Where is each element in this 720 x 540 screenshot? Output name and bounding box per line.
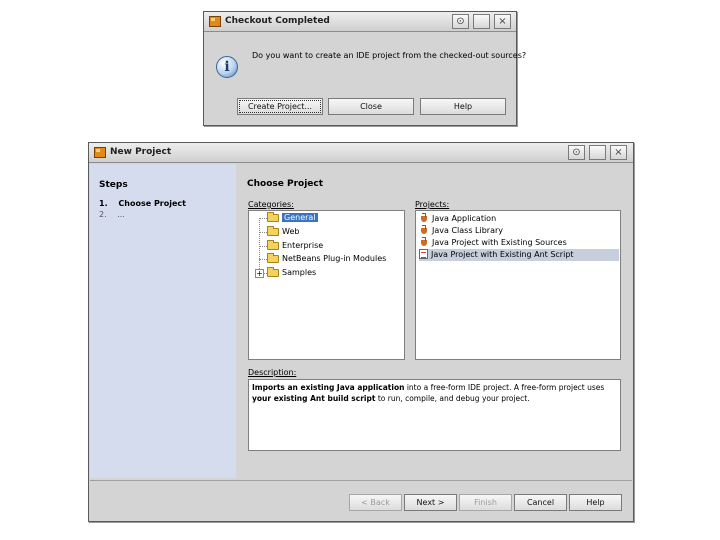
description-bold: your existing Ant build script — [252, 394, 376, 403]
description-bold: Imports an existing Java application — [252, 383, 405, 392]
java-cup-icon — [419, 213, 429, 223]
cancel-button[interactable]: Cancel — [514, 494, 567, 511]
project-item-selected[interactable]: Java Project with Existing Ant Script — [419, 249, 619, 261]
checkout-completed-dialog: Checkout Completed ⊙ × i Do you want to … — [203, 11, 526, 126]
folder-icon — [267, 211, 279, 222]
help-button[interactable]: Help — [420, 98, 506, 115]
pin-icon[interactable]: ⊙ — [452, 14, 469, 29]
step-number: 1. — [99, 199, 108, 208]
maximize-button[interactable] — [589, 145, 606, 160]
category-item-general[interactable]: General — [267, 211, 318, 225]
description-box: Imports an existing Java application int… — [248, 379, 621, 451]
new-project-title: New Project — [110, 147, 172, 157]
finish-button[interactable]: Finish — [459, 494, 512, 511]
create-project-button[interactable]: Create Project... — [237, 98, 323, 115]
new-project-dialog: New Project ⊙ × Steps 1. Choose Project … — [88, 142, 634, 522]
tree-line — [259, 246, 267, 247]
steps-panel: Steps 1. Choose Project 2. ... — [90, 164, 236, 478]
description-line: Imports an existing Java application int… — [252, 382, 617, 393]
project-label: Java Application — [432, 213, 497, 223]
panel-heading: Choose Project — [247, 179, 324, 189]
checkout-message: Do you want to create an IDE project fro… — [252, 51, 527, 60]
description-text: to run, compile, and debug your project. — [375, 394, 530, 403]
description-line: your existing Ant build script to run, c… — [252, 393, 617, 404]
checkout-titlebar[interactable]: Checkout Completed ⊙ × — [204, 12, 516, 32]
help-button[interactable]: Help — [569, 494, 622, 511]
java-cup-icon — [419, 225, 429, 235]
step-number: 2. — [99, 210, 107, 219]
expand-icon[interactable]: + — [255, 269, 264, 278]
new-project-titlebar[interactable]: New Project ⊙ × — [89, 143, 633, 163]
category-label: Samples — [282, 268, 317, 277]
close-button[interactable]: × — [494, 14, 511, 29]
tree-line — [259, 232, 267, 233]
projects-label: Projects: — [415, 200, 450, 209]
checkout-dialog-title: Checkout Completed — [225, 16, 330, 26]
category-label: Web — [282, 227, 300, 236]
ant-script-icon — [419, 249, 428, 259]
categories-tree[interactable]: General Web Enterprise NetBeans Plug-in … — [248, 210, 405, 360]
folder-icon — [267, 252, 279, 263]
tree-line — [259, 218, 267, 219]
next-button[interactable]: Next > — [404, 494, 457, 511]
project-label: Java Class Library — [432, 225, 504, 235]
info-icon: i — [216, 56, 238, 78]
projects-list[interactable]: Java Application Java Class Library Java… — [415, 210, 621, 360]
category-item-web[interactable]: Web — [267, 225, 300, 239]
java-cup-icon — [419, 237, 429, 247]
project-item[interactable]: Java Class Library — [419, 225, 619, 237]
category-label: General — [282, 213, 318, 222]
maximize-button[interactable] — [473, 14, 490, 29]
category-item-netbeans-plugin-modules[interactable]: NetBeans Plug-in Modules — [267, 252, 387, 266]
step-item: 2. ... — [99, 210, 125, 219]
close-button[interactable]: × — [610, 145, 627, 160]
category-label: NetBeans Plug-in Modules — [282, 254, 387, 263]
folder-icon — [267, 225, 279, 236]
pin-icon[interactable]: ⊙ — [568, 145, 585, 160]
step-item: 1. Choose Project — [99, 199, 186, 208]
category-item-samples[interactable]: Samples — [267, 266, 317, 280]
description-text: into a free-form IDE project. A free-for… — [404, 383, 605, 392]
folder-icon — [267, 266, 279, 277]
description-label: Description: — [248, 368, 297, 377]
folder-icon — [267, 239, 279, 250]
button-bar — [90, 480, 632, 481]
project-label: Java Project with Existing Ant Script — [431, 249, 574, 259]
step-label: Choose Project — [118, 199, 186, 208]
category-item-enterprise[interactable]: Enterprise — [267, 239, 324, 253]
steps-heading: Steps — [99, 180, 128, 190]
project-item[interactable]: Java Application — [419, 213, 619, 225]
categories-label: Categories: — [248, 200, 294, 209]
project-label: Java Project with Existing Sources — [432, 237, 567, 247]
netbeans-app-icon — [209, 16, 221, 27]
step-label: ... — [117, 210, 125, 219]
tree-line — [259, 259, 267, 260]
category-label: Enterprise — [282, 241, 324, 250]
back-button[interactable]: < Back — [349, 494, 402, 511]
project-item[interactable]: Java Project with Existing Sources — [419, 237, 619, 249]
netbeans-app-icon — [94, 147, 106, 158]
close-dialog-button[interactable]: Close — [328, 98, 414, 115]
